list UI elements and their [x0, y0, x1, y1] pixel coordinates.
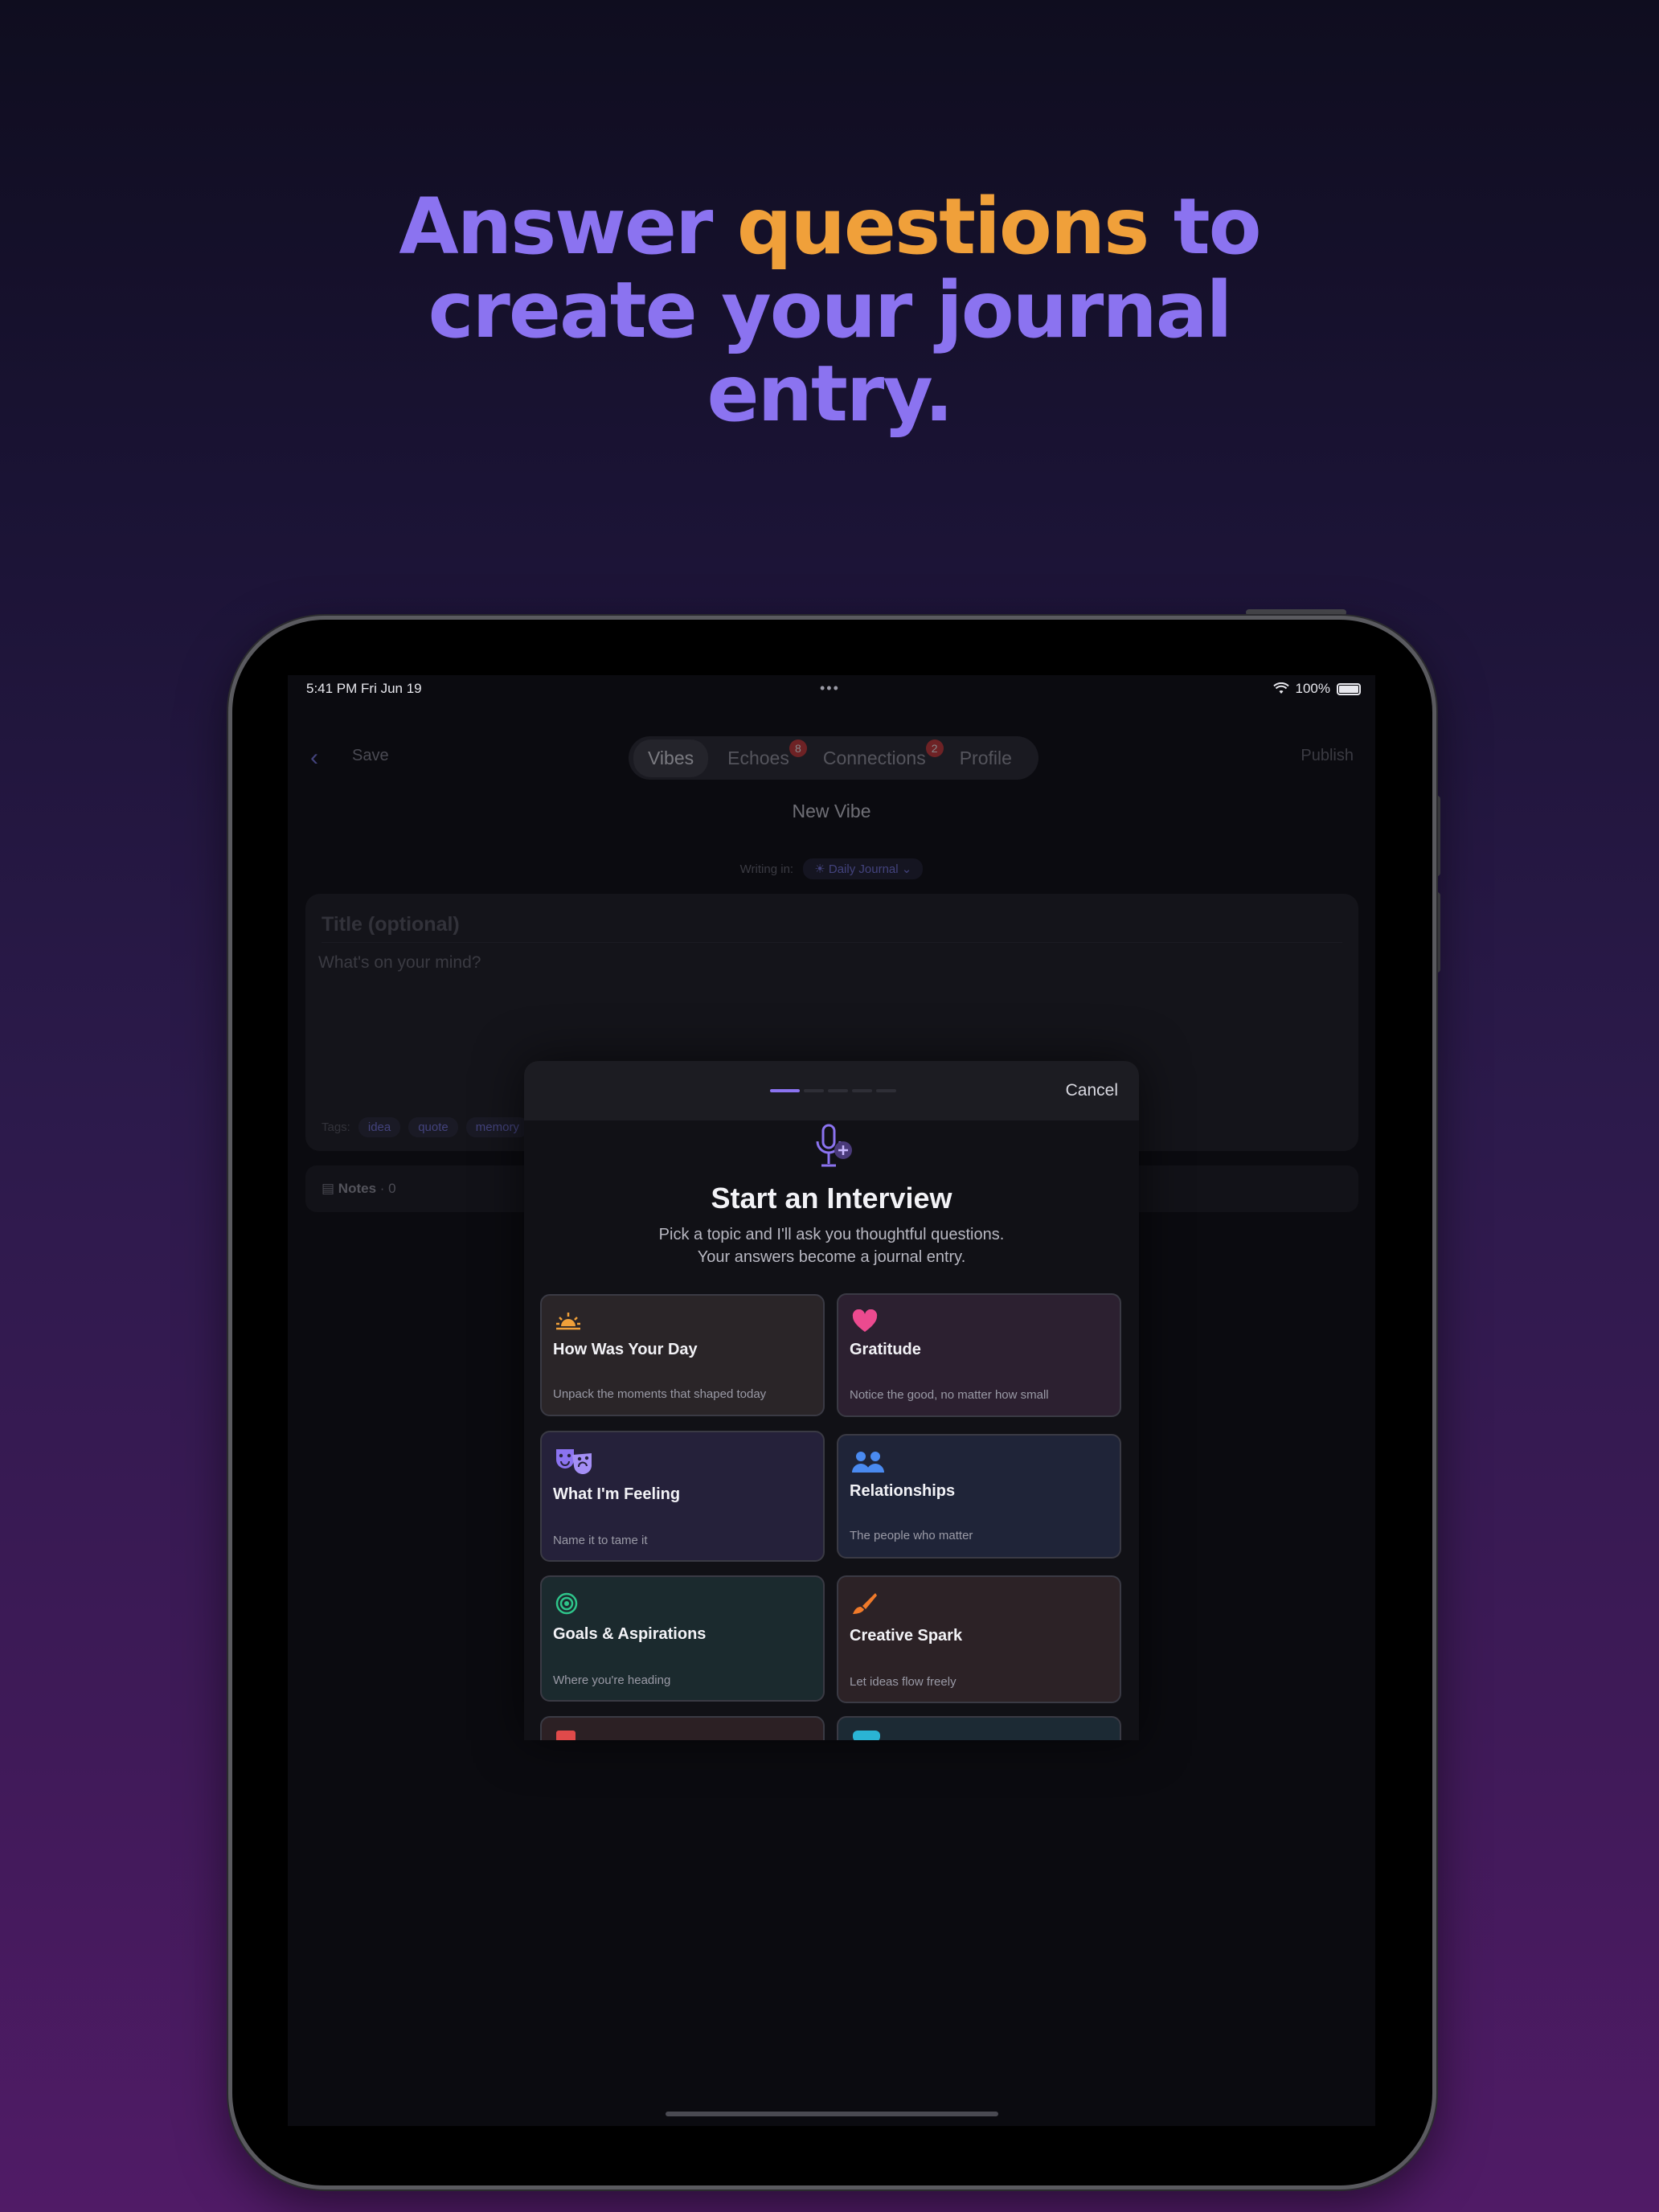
sunrise-icon [556, 1313, 580, 1330]
topic-card-relationships[interactable]: Relationships The people who matter [837, 1434, 1121, 1559]
interview-sheet: Cancel Start an Interview Pick a topic a… [524, 1061, 1139, 1740]
divider [322, 942, 1342, 943]
topic-card-feeling[interactable]: What I'm Feeling Name it to tame it [540, 1431, 825, 1562]
writing-in-row: Writing in: ☀ Daily Journal ⌄ [288, 858, 1375, 879]
tag-chip[interactable]: memory [465, 1117, 529, 1137]
connections-badge: 2 [925, 739, 944, 757]
publish-button[interactable]: Publish [1301, 747, 1354, 765]
heart-icon [852, 1309, 878, 1332]
device-top-button [1246, 609, 1346, 616]
title-input[interactable]: Title (optional) [322, 913, 460, 936]
partial-card-icon [853, 1731, 880, 1740]
headline-part2: to [1148, 182, 1262, 272]
status-bar: 5:41 PM Fri Jun 19 ••• 100% [288, 675, 1375, 703]
step-indicator [770, 1089, 896, 1092]
save-button[interactable]: Save [352, 747, 389, 765]
tablet-screen: 5:41 PM Fri Jun 19 ••• 100% ‹ Save Vibes… [288, 675, 1375, 2126]
tags-label: Tags: [322, 1120, 350, 1134]
body-input[interactable]: What's on your mind? [318, 953, 481, 973]
topic-card-partial[interactable] [837, 1716, 1121, 1740]
headline-highlight: questions [736, 182, 1150, 272]
tab-bar: Vibes Echoes 8 Connections 2 Profile [629, 736, 1038, 780]
topic-card-partial[interactable] [540, 1716, 825, 1740]
tag-chip[interactable]: quote [408, 1117, 458, 1137]
target-icon [555, 1592, 578, 1615]
topic-title: How Was Your Day [553, 1341, 698, 1358]
topic-title: Creative Spark [850, 1627, 963, 1645]
wifi-icon [1272, 682, 1289, 694]
topic-desc: Name it to tame it [553, 1534, 648, 1547]
topic-desc: Let ideas flow freely [850, 1675, 956, 1689]
cancel-button[interactable]: Cancel [1066, 1081, 1118, 1100]
partial-card-icon [556, 1731, 576, 1740]
topic-title: What I'm Feeling [553, 1485, 681, 1503]
battery-icon [1337, 682, 1361, 695]
notes-count: · 0 [379, 1181, 396, 1196]
tags-row: Tags: idea quote memory [322, 1117, 529, 1137]
tab-profile[interactable]: Profile [945, 739, 1026, 777]
tag-chip[interactable]: idea [358, 1117, 401, 1137]
paintbrush-icon [853, 1593, 877, 1614]
writing-in-label: Writing in: [739, 862, 794, 876]
headline-line2: create your journal [428, 265, 1233, 355]
chevron-left-icon[interactable]: ‹ [310, 744, 318, 772]
marketing-headline: Answer questions to create your journal … [0, 185, 1659, 436]
topic-card-how-was-your-day[interactable]: How Was Your Day Unpack the moments that… [540, 1294, 825, 1416]
tab-connections[interactable]: Connections 2 [809, 739, 944, 777]
people-icon [852, 1452, 884, 1473]
multitask-dots[interactable]: ••• [820, 680, 840, 697]
page-title: New Vibe [792, 801, 871, 821]
tab-echoes[interactable]: Echoes 8 [713, 739, 807, 777]
headline-part1: Answer [399, 182, 737, 272]
topic-desc: Where you're heading [553, 1673, 671, 1687]
tab-vibes[interactable]: Vibes [633, 739, 709, 777]
topic-card-gratitude[interactable]: Gratitude Notice the good, no matter how… [837, 1293, 1121, 1417]
topic-card-creative-spark[interactable]: Creative Spark Let ideas flow freely [837, 1575, 1121, 1703]
topic-title: Relationships [850, 1482, 956, 1500]
sheet-title: Start an Interview [711, 1182, 952, 1215]
echoes-badge: 8 [789, 739, 807, 757]
headline-line3: entry. [707, 349, 954, 439]
calendar-icon: ▤ [322, 1181, 335, 1196]
status-time: 5:41 PM Fri Jun 19 [306, 681, 422, 696]
topic-card-goals[interactable]: Goals & Aspirations Where you're heading [540, 1575, 825, 1702]
sheet-subtitle: Pick a topic and I'll ask you thoughtful… [658, 1226, 1005, 1266]
home-indicator[interactable] [666, 2112, 998, 2116]
topic-desc: The people who matter [850, 1529, 973, 1542]
topic-desc: Notice the good, no matter how small [850, 1388, 1049, 1402]
microphone-icon [816, 1124, 852, 1167]
topic-title: Gratitude [850, 1341, 921, 1358]
sheet-header: Cancel [524, 1061, 1139, 1120]
battery-percent: 100% [1295, 681, 1330, 696]
theater-masks-icon [556, 1449, 592, 1474]
topic-desc: Unpack the moments that shaped today [553, 1387, 767, 1401]
topic-title: Goals & Aspirations [553, 1625, 707, 1643]
notes-label: Notes [338, 1181, 377, 1196]
journal-selector[interactable]: ☀ Daily Journal ⌄ [803, 858, 924, 879]
